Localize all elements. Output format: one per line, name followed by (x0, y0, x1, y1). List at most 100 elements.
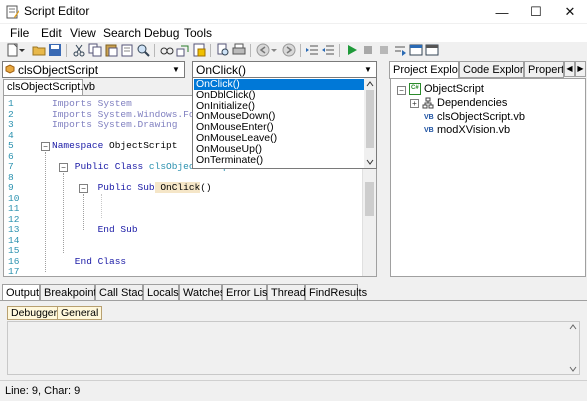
line-number: 5 (8, 140, 14, 151)
class-icon (5, 64, 15, 74)
pause-icon[interactable] (377, 43, 391, 57)
right-pane-tabs: Project Explorer Code Explorer Propert ◀… (389, 61, 587, 79)
tree-expand-toggle[interactable]: + (410, 99, 419, 108)
output-filter-debugger[interactable]: Debugger (7, 306, 62, 320)
tab-error-list[interactable]: Error List (222, 284, 271, 301)
line-number: 14 (8, 234, 20, 246)
copy-icon[interactable] (88, 43, 102, 57)
tab-call-stack[interactable]: Call Stack (95, 284, 149, 301)
menu-edit[interactable]: Edit (41, 26, 62, 40)
fold-toggle-class[interactable]: − (59, 163, 68, 172)
dropdown-option[interactable]: OnDblClick() (194, 89, 364, 101)
glasses-icon[interactable] (160, 43, 174, 57)
tab-find-results[interactable]: FindResults (305, 284, 367, 301)
tree-item-clsobjectscript[interactable]: clsObjectScript.vb (437, 111, 525, 123)
paste-icon[interactable] (104, 43, 118, 57)
code-line[interactable]: End Sub (52, 224, 138, 235)
status-bar: Line: 9, Char: 9 (0, 380, 587, 401)
dropdown-scrollbar[interactable] (364, 78, 376, 168)
line-number: 4 (8, 129, 14, 141)
menu-view[interactable]: View (70, 26, 96, 40)
save-icon[interactable] (48, 43, 62, 57)
tree-item-dependencies[interactable]: Dependencies (437, 97, 507, 109)
step-icon[interactable] (393, 43, 407, 57)
output-filter-general[interactable]: General (57, 306, 103, 320)
tab-breakpoints[interactable]: Breakpoints (40, 284, 102, 301)
object-combo[interactable]: clsObjectScript ▼ (2, 61, 185, 78)
indent-icon[interactable] (305, 43, 319, 57)
tab-project-explorer[interactable]: Project Explorer (389, 61, 459, 79)
chevron-down-icon[interactable]: ▼ (170, 63, 182, 76)
print-icon[interactable] (232, 43, 246, 57)
delete-icon[interactable] (120, 43, 134, 57)
fold-toggle-sub[interactable]: − (79, 184, 88, 193)
menu-tools[interactable]: Tools (184, 26, 212, 40)
replace-icon[interactable] (176, 43, 190, 57)
tree-root-label[interactable]: ObjectScript (424, 83, 484, 95)
output-text-area[interactable] (7, 321, 580, 375)
line-number: 15 (8, 245, 20, 256)
back-dropdown-icon[interactable] (270, 43, 278, 57)
tab-properties[interactable]: Propert (524, 61, 564, 78)
tabs-scroll-right-icon[interactable]: ▶ (575, 61, 586, 77)
code-line[interactable]: Imports System.Windows.Forms (52, 109, 212, 120)
fold-toggle-namespace[interactable]: − (41, 142, 50, 151)
immediate-window-icon[interactable] (409, 43, 423, 57)
open-folder-icon[interactable] (32, 43, 46, 57)
event-combo[interactable]: OnClick() ▼ (192, 61, 377, 78)
vb-file-icon: VB (424, 114, 434, 121)
line-number: 1 (8, 98, 14, 109)
menu-search[interactable]: Search (103, 26, 141, 40)
menu-file[interactable]: File (10, 26, 29, 40)
chevron-up-icon[interactable] (366, 80, 374, 88)
stop-icon[interactable] (361, 43, 375, 57)
code-line[interactable]: Imports System.Drawing (52, 119, 177, 130)
line-number: 8 (8, 171, 14, 183)
navigate-forward-icon[interactable] (282, 43, 296, 57)
outdent-icon[interactable] (321, 43, 335, 57)
line-number: 11 (8, 203, 20, 214)
tab-code-explorer[interactable]: Code Explorer (459, 61, 524, 78)
cursor-position: Line: 9, Char: 9 (5, 385, 81, 397)
editor-scroll-thumb[interactable] (365, 182, 374, 216)
cut-icon[interactable] (72, 43, 86, 57)
project-explorer-tree[interactable]: − C# ObjectScript + Dependencies VB clsO… (390, 78, 586, 277)
dropdown-option[interactable]: OnTerminate() (194, 154, 364, 166)
chevron-down-icon[interactable] (569, 366, 577, 372)
dropdown-option[interactable]: OnMouseUp() (194, 143, 364, 155)
tree-collapse-toggle[interactable]: − (397, 86, 406, 95)
tree-item-modxvision[interactable]: modXVision.vb (437, 124, 510, 136)
print-preview-icon[interactable] (216, 43, 230, 57)
chevron-up-icon[interactable] (569, 324, 577, 330)
window-title: Script Editor (24, 4, 90, 18)
navigate-back-icon[interactable] (256, 43, 270, 57)
dependencies-icon (422, 97, 434, 109)
tab-watches[interactable]: Watches (179, 284, 225, 301)
run-icon[interactable] (345, 43, 359, 57)
code-line[interactable]: Namespace ObjectScript (52, 140, 177, 151)
close-button[interactable]: ✕ (553, 0, 587, 24)
maximize-button[interactable]: ☐ (519, 0, 553, 24)
line-number: 3 (8, 119, 14, 130)
tab-locals[interactable]: Locals (143, 284, 179, 301)
code-line[interactable]: Public Sub OnClick() (52, 182, 212, 193)
line-number: 2 (8, 108, 14, 120)
title-bar: Script Editor — ☐ ✕ (0, 0, 587, 24)
find-icon[interactable] (136, 43, 150, 57)
chevron-down-icon[interactable] (366, 158, 374, 166)
new-dropdown-icon[interactable] (18, 43, 26, 57)
code-line[interactable]: Imports System (52, 98, 132, 109)
line-number: 9 (8, 182, 14, 193)
vb-file-icon: VB (424, 127, 434, 134)
dropdown-scroll-thumb[interactable] (366, 90, 374, 148)
tab-threads[interactable]: Threads (267, 284, 311, 301)
window-icon[interactable] (425, 43, 439, 57)
event-dropdown-list[interactable]: OnClick() OnDblClick() OnInitialize() OnMou… (192, 77, 377, 169)
tabs-scroll-left-icon[interactable]: ◀ (564, 61, 575, 77)
goto-icon[interactable] (192, 43, 206, 57)
code-line[interactable]: End Class (52, 256, 126, 267)
editor-file-tab[interactable]: clsObjectScript.vb (3, 79, 95, 95)
menu-debug[interactable]: Debug (144, 26, 179, 40)
minimize-button[interactable]: — (485, 0, 519, 24)
chevron-down-icon[interactable]: ▼ (362, 63, 374, 76)
